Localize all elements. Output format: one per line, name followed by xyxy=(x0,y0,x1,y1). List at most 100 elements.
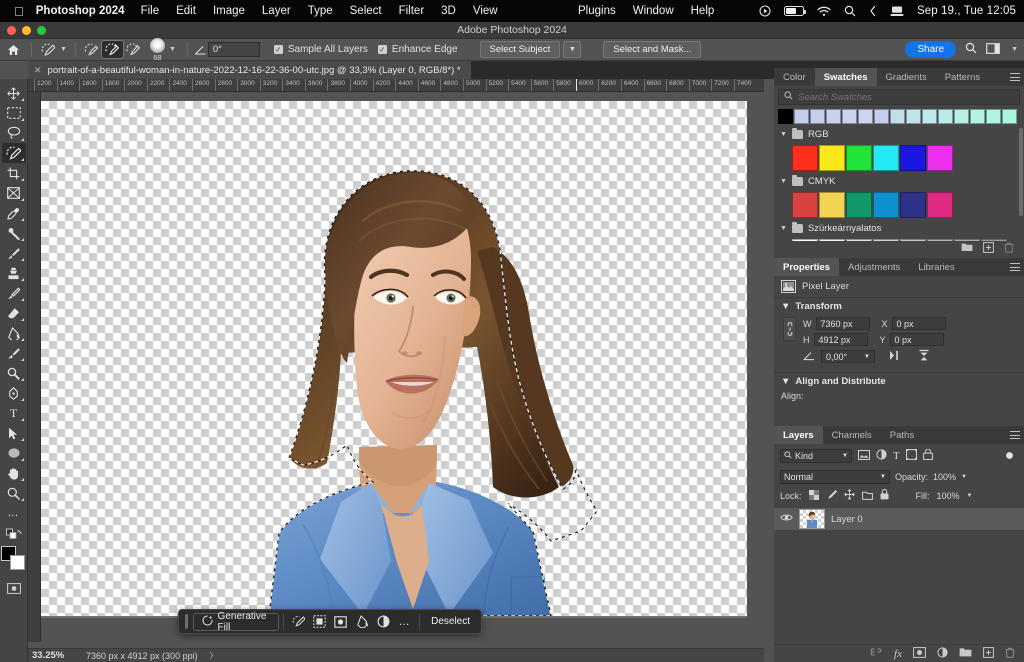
pixel-filter-icon[interactable] xyxy=(858,447,870,465)
tab-paths[interactable]: Paths xyxy=(881,426,923,444)
blend-mode-select[interactable]: Normal ▼ xyxy=(780,470,890,484)
dodge-tool[interactable] xyxy=(2,363,26,383)
swatch[interactable] xyxy=(954,239,980,241)
x-input[interactable]: 0 px xyxy=(892,317,946,330)
chevron-down-icon[interactable]: ▼ xyxy=(1011,46,1018,53)
new-group-icon[interactable] xyxy=(959,647,972,660)
status-expand-icon[interactable]: 〉 xyxy=(210,650,218,661)
play-circle-icon[interactable] xyxy=(759,5,771,17)
chevron-down-icon[interactable]: ▼ xyxy=(967,493,973,499)
default-colors-icon[interactable] xyxy=(2,523,26,543)
panel-menu-icon[interactable] xyxy=(1010,73,1020,81)
zoom-level[interactable]: 33.25% xyxy=(28,650,74,661)
menu-app-name[interactable]: Photoshop 2024 xyxy=(36,5,125,17)
new-adjustment-layer-icon[interactable] xyxy=(937,647,948,661)
more-options-icon[interactable]: … xyxy=(394,612,415,632)
swatch[interactable] xyxy=(938,109,953,124)
apple-icon[interactable]:  xyxy=(0,5,36,18)
invert-selection-icon[interactable] xyxy=(309,612,330,632)
swatch[interactable] xyxy=(792,239,818,241)
close-button[interactable] xyxy=(7,26,16,35)
edit-toolbar-button[interactable]: … xyxy=(2,503,26,523)
artboard[interactable] xyxy=(41,101,747,616)
swatch[interactable] xyxy=(890,109,905,124)
swatch[interactable] xyxy=(900,192,926,218)
tab-swatches[interactable]: Swatches xyxy=(815,68,877,86)
mask-icon[interactable] xyxy=(330,612,351,632)
swatch[interactable] xyxy=(927,239,953,241)
shape-filter-icon[interactable] xyxy=(906,447,917,465)
swatch[interactable] xyxy=(927,192,953,218)
swatches-scrollbar[interactable] xyxy=(1019,128,1023,216)
link-layers-icon[interactable] xyxy=(869,648,883,659)
search-icon[interactable] xyxy=(844,5,856,17)
eraser-tool[interactable] xyxy=(2,303,26,323)
menu-help[interactable]: Help xyxy=(691,5,715,17)
home-icon[interactable] xyxy=(0,44,26,56)
transform-section-header[interactable]: ▼ Transform xyxy=(774,298,1024,315)
swatch[interactable] xyxy=(906,109,921,124)
select-and-mask-button[interactable]: Select and Mask... xyxy=(603,41,701,58)
control-center-icon[interactable] xyxy=(869,5,877,17)
move-tool[interactable] xyxy=(2,83,26,103)
swatch[interactable] xyxy=(826,109,841,124)
lock-artboard-nesting-icon[interactable] xyxy=(862,490,873,502)
opacity-value[interactable]: 100% xyxy=(933,472,956,482)
lasso-tool[interactable] xyxy=(2,123,26,143)
history-brush-tool[interactable] xyxy=(2,283,26,303)
swatches-search-row[interactable] xyxy=(778,89,1020,105)
tab-gradients[interactable]: Gradients xyxy=(877,68,936,86)
hand-tool[interactable] xyxy=(2,463,26,483)
horizontal-ruler[interactable]: 1200140016001800200022002400260028003000… xyxy=(28,79,764,92)
gradient-tool[interactable] xyxy=(2,323,26,343)
swatch-group-header[interactable]: ▼Szürkeárnyalatos xyxy=(774,220,1024,237)
panel-menu-icon[interactable] xyxy=(1010,263,1020,271)
swatch[interactable] xyxy=(846,145,872,171)
document-tab[interactable]: ✕ portrait-of-a-beautiful-woman-in-natur… xyxy=(28,61,472,79)
vertical-scrollbar[interactable] xyxy=(766,92,772,642)
search-icon[interactable] xyxy=(965,42,977,57)
flip-horizontal-icon[interactable] xyxy=(889,350,903,363)
lock-image-pixels-icon[interactable] xyxy=(826,489,837,502)
panel-menu-icon[interactable] xyxy=(1010,431,1020,439)
zoom-button[interactable] xyxy=(37,26,46,35)
swatch[interactable] xyxy=(846,239,872,241)
eye-icon[interactable] xyxy=(780,513,793,525)
menu-edit[interactable]: Edit xyxy=(176,5,196,17)
swatch[interactable] xyxy=(873,192,899,218)
swatch[interactable] xyxy=(900,145,926,171)
mode-subtract-from-selection[interactable] xyxy=(123,41,144,58)
lock-position-icon[interactable] xyxy=(844,489,855,502)
y-input[interactable]: 0 px xyxy=(890,333,944,346)
tab-properties[interactable]: Properties xyxy=(774,258,839,276)
crop-tool[interactable] xyxy=(2,163,26,183)
swatch[interactable] xyxy=(986,109,1001,124)
menu-view[interactable]: View xyxy=(473,5,498,17)
swatch[interactable] xyxy=(954,109,969,124)
adjustment-filter-icon[interactable] xyxy=(876,447,887,465)
ellipse-tool[interactable] xyxy=(2,443,26,463)
frame-tool[interactable] xyxy=(2,183,26,203)
zoom-tool[interactable] xyxy=(2,483,26,503)
tool-preset-picker[interactable]: ▼ xyxy=(37,41,70,58)
eyedropper-tool[interactable] xyxy=(2,203,26,223)
swatch[interactable] xyxy=(922,109,937,124)
layer-name[interactable]: Layer 0 xyxy=(831,514,863,525)
deselect-button[interactable]: Deselect xyxy=(424,616,477,627)
angle-input[interactable]: 0,00° ▼ xyxy=(821,350,875,363)
swatch[interactable] xyxy=(873,239,899,241)
clone-stamp-tool[interactable] xyxy=(2,263,26,283)
smart-object-filter-icon[interactable] xyxy=(923,447,933,465)
chevron-down-icon[interactable]: ▼ xyxy=(169,46,176,53)
share-button[interactable]: Share xyxy=(905,41,956,58)
swatch[interactable] xyxy=(1002,109,1017,124)
tab-layers[interactable]: Layers xyxy=(774,426,823,444)
quick-selection-tool[interactable] xyxy=(2,143,26,163)
swatch[interactable] xyxy=(858,109,873,124)
type-filter-icon[interactable]: T xyxy=(893,450,900,462)
vertical-ruler[interactable] xyxy=(28,92,41,642)
swatch[interactable] xyxy=(792,145,818,171)
workspace-icon[interactable] xyxy=(986,43,1000,57)
swatch[interactable] xyxy=(900,239,926,241)
sample-all-layers-checkbox[interactable]: ✓ xyxy=(274,45,283,54)
